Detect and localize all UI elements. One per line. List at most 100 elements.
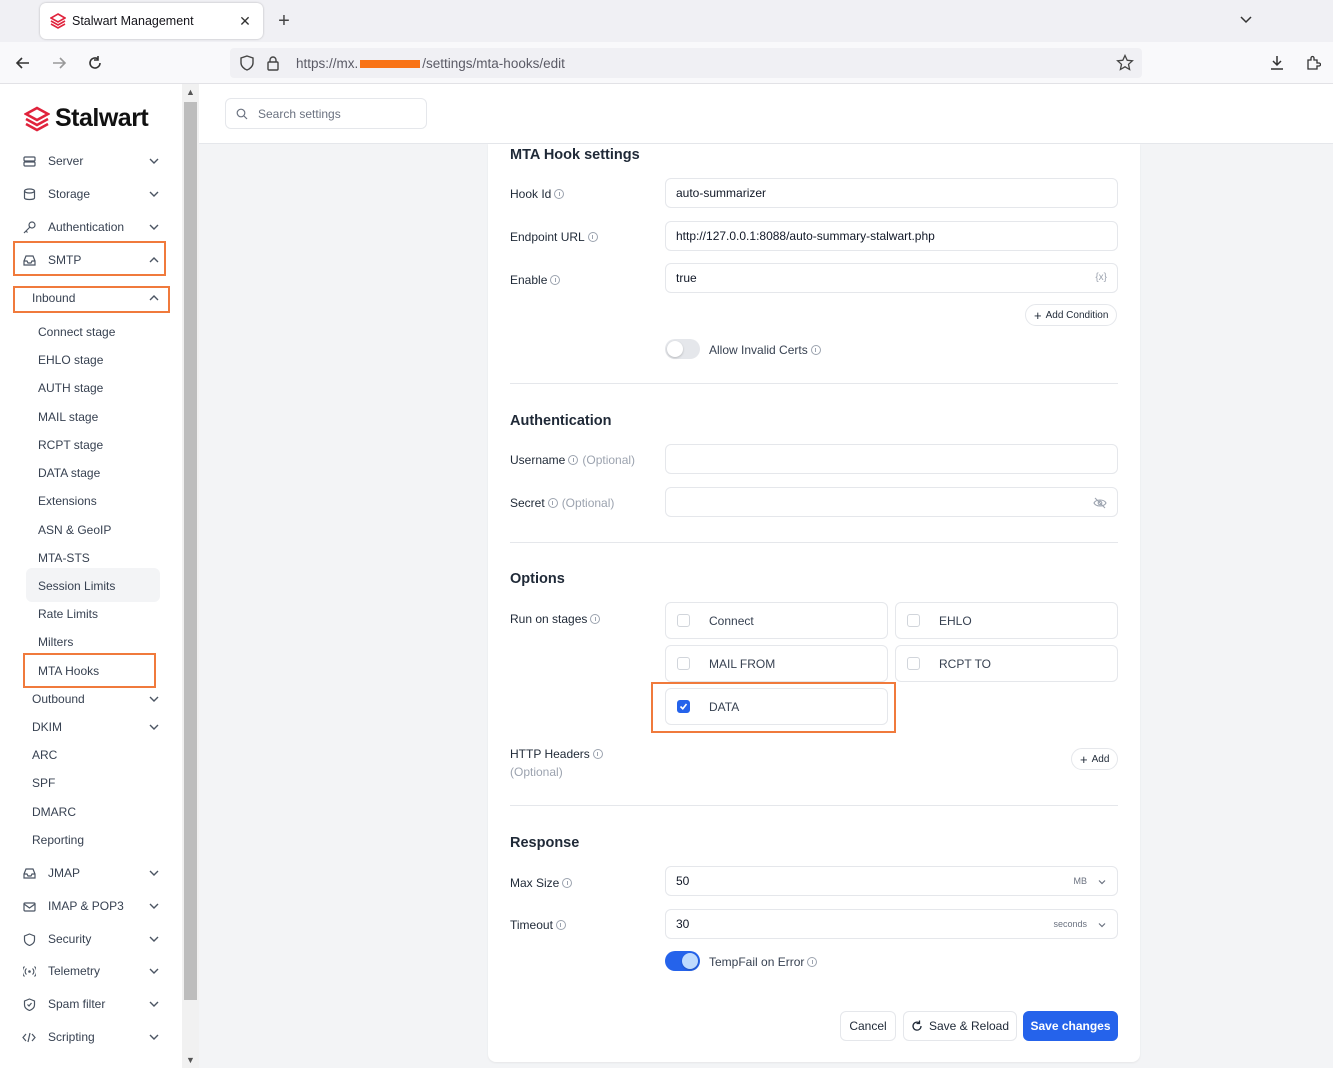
info-icon[interactable] [562,878,573,888]
address-bar[interactable]: https://mx./settings/mta-hooks/edit [230,48,1142,78]
sidebar-item-rate-limits[interactable]: Rate Limits [38,607,98,621]
forward-button[interactable] [48,52,70,74]
database-icon [22,187,36,201]
new-tab-button[interactable]: + [274,10,294,32]
scrollbar-thumb[interactable] [184,102,197,1000]
info-icon[interactable] [555,920,566,930]
info-icon[interactable] [810,345,821,355]
stage-checkbox-ehlo[interactable]: EHLO [895,602,1118,639]
sidebar-item-rcpt-stage[interactable]: RCPT stage [38,438,103,452]
max-size-label: Max Size [510,876,573,890]
sidebar-item-outbound[interactable]: Outbound [32,687,160,711]
extensions-button[interactable] [1302,52,1324,74]
back-button[interactable] [12,52,34,74]
sidebar-item-ehlo-stage[interactable]: EHLO stage [38,353,103,367]
hook-id-field[interactable]: auto-summarizer [665,178,1118,208]
tempfail-toggle[interactable] [665,951,700,971]
sidebar-item-asn-geoip[interactable]: ASN & GeoIP [38,523,111,537]
sidebar-item-dkim[interactable]: DKIM [32,715,160,739]
add-header-button[interactable]: + Add [1071,748,1119,770]
checkbox[interactable] [907,657,920,670]
http-headers-optional: (Optional) [510,765,563,779]
scroll-down-arrow-icon[interactable]: ▼ [182,1052,199,1068]
allow-invalid-certs-toggle[interactable] [665,339,700,359]
stage-checkbox-mail-from[interactable]: MAIL FROM [665,645,888,682]
chevron-down-icon[interactable] [1097,920,1107,930]
save-reload-button[interactable]: Save & Reload [903,1011,1017,1041]
endpoint-url-field[interactable]: http://127.0.0.1:8088/auto-summary-stalw… [665,221,1118,251]
info-icon[interactable] [550,275,561,285]
sidebar-item-spf[interactable]: SPF [32,771,160,795]
sidebar-item-data-stage[interactable]: DATA stage [38,466,100,480]
scroll-up-arrow-icon[interactable]: ▲ [182,84,199,100]
toggle-knob [682,953,698,969]
sidebar-scrollbar[interactable]: ▲ ▼ [182,84,199,1068]
enable-expression-field[interactable]: true {x} [665,263,1118,293]
sidebar-item-telemetry[interactable]: Telemetry [22,957,160,985]
sidebar-item-scripting[interactable]: Scripting [22,1023,160,1051]
username-label: Username (Optional) [510,453,636,467]
sidebar-item-spam-filter[interactable]: Spam filter [22,990,160,1018]
downloads-button[interactable] [1266,52,1288,74]
broadcast-icon [22,964,36,978]
stalwart-logo[interactable]: Stalwart [24,104,149,133]
sidebar-item-authentication[interactable]: Authentication [22,213,160,241]
max-size-unit-select[interactable]: MB [1074,876,1088,886]
info-icon[interactable] [587,232,598,242]
redaction-mark [360,59,421,68]
timeout-unit-select[interactable]: seconds [1053,919,1087,929]
sidebar-item-session-limits[interactable]: Session Limits [38,579,115,593]
section-title-authentication: Authentication [510,413,612,429]
info-icon[interactable] [568,455,579,465]
cancel-button[interactable]: Cancel [840,1011,896,1041]
info-icon[interactable] [592,749,603,759]
info-icon[interactable] [807,957,818,967]
browser-tab[interactable]: Stalwart Management ✕ [40,3,263,39]
sidebar-item-mta-sts[interactable]: MTA-STS [38,551,90,565]
chevron-down-icon [149,903,159,909]
arrow-left-icon [15,57,29,69]
sidebar-item-auth-stage[interactable]: AUTH stage [38,381,103,395]
sidebar-item-jmap[interactable]: JMAP [22,859,160,887]
sidebar-item-milters[interactable]: Milters [38,635,73,649]
sidebar-item-imap-pop3[interactable]: IMAP & POP3 [22,892,160,920]
reload-button[interactable] [84,52,106,74]
lock-icon[interactable] [264,54,282,72]
info-icon[interactable] [547,498,558,508]
info-icon[interactable] [554,189,565,199]
max-size-field[interactable]: 50 MB [665,866,1118,896]
timeout-field[interactable]: 30 seconds [665,909,1118,939]
add-condition-button[interactable]: + Add Condition [1025,304,1118,326]
info-icon[interactable] [590,614,601,624]
stage-checkbox-rcpt-to[interactable]: RCPT TO [895,645,1118,682]
checkbox[interactable] [677,657,690,670]
save-changes-button[interactable]: Save changes [1023,1011,1118,1041]
sidebar-item-server[interactable]: Server [22,147,160,175]
chevron-down-icon[interactable] [1239,12,1253,26]
sidebar-item-extensions[interactable]: Extensions [38,494,97,508]
variable-icon[interactable]: {x} [1095,272,1107,283]
chevron-down-icon[interactable] [1097,877,1107,887]
username-field[interactable] [665,444,1118,474]
checkbox[interactable] [677,614,690,627]
close-tab-icon[interactable]: ✕ [237,13,253,30]
checkbox[interactable] [907,614,920,627]
sidebar-item-reporting[interactable]: Reporting [32,828,160,852]
search-placeholder: Search settings [258,106,341,121]
divider [510,805,1118,806]
sidebar-item-dmarc[interactable]: DMARC [32,800,160,824]
sidebar-item-connect-stage[interactable]: Connect stage [38,325,115,339]
brand-name: Stalwart [55,104,149,132]
stage-checkbox-connect[interactable]: Connect [665,602,888,639]
hook-id-label: Hook Id [510,187,565,201]
sidebar-item-storage[interactable]: Storage [22,180,160,208]
sidebar-item-mail-stage[interactable]: MAIL stage [38,410,98,424]
sidebar-item-security[interactable]: Security [22,925,160,953]
eye-slash-icon[interactable] [1093,497,1107,509]
search-input[interactable]: Search settings [225,98,427,129]
bookmark-star-icon[interactable] [1116,54,1134,72]
secret-field[interactable] [665,487,1118,517]
shield-check-icon [22,997,36,1011]
sidebar-item-arc[interactable]: ARC [32,743,160,767]
shield-icon[interactable] [238,54,256,72]
